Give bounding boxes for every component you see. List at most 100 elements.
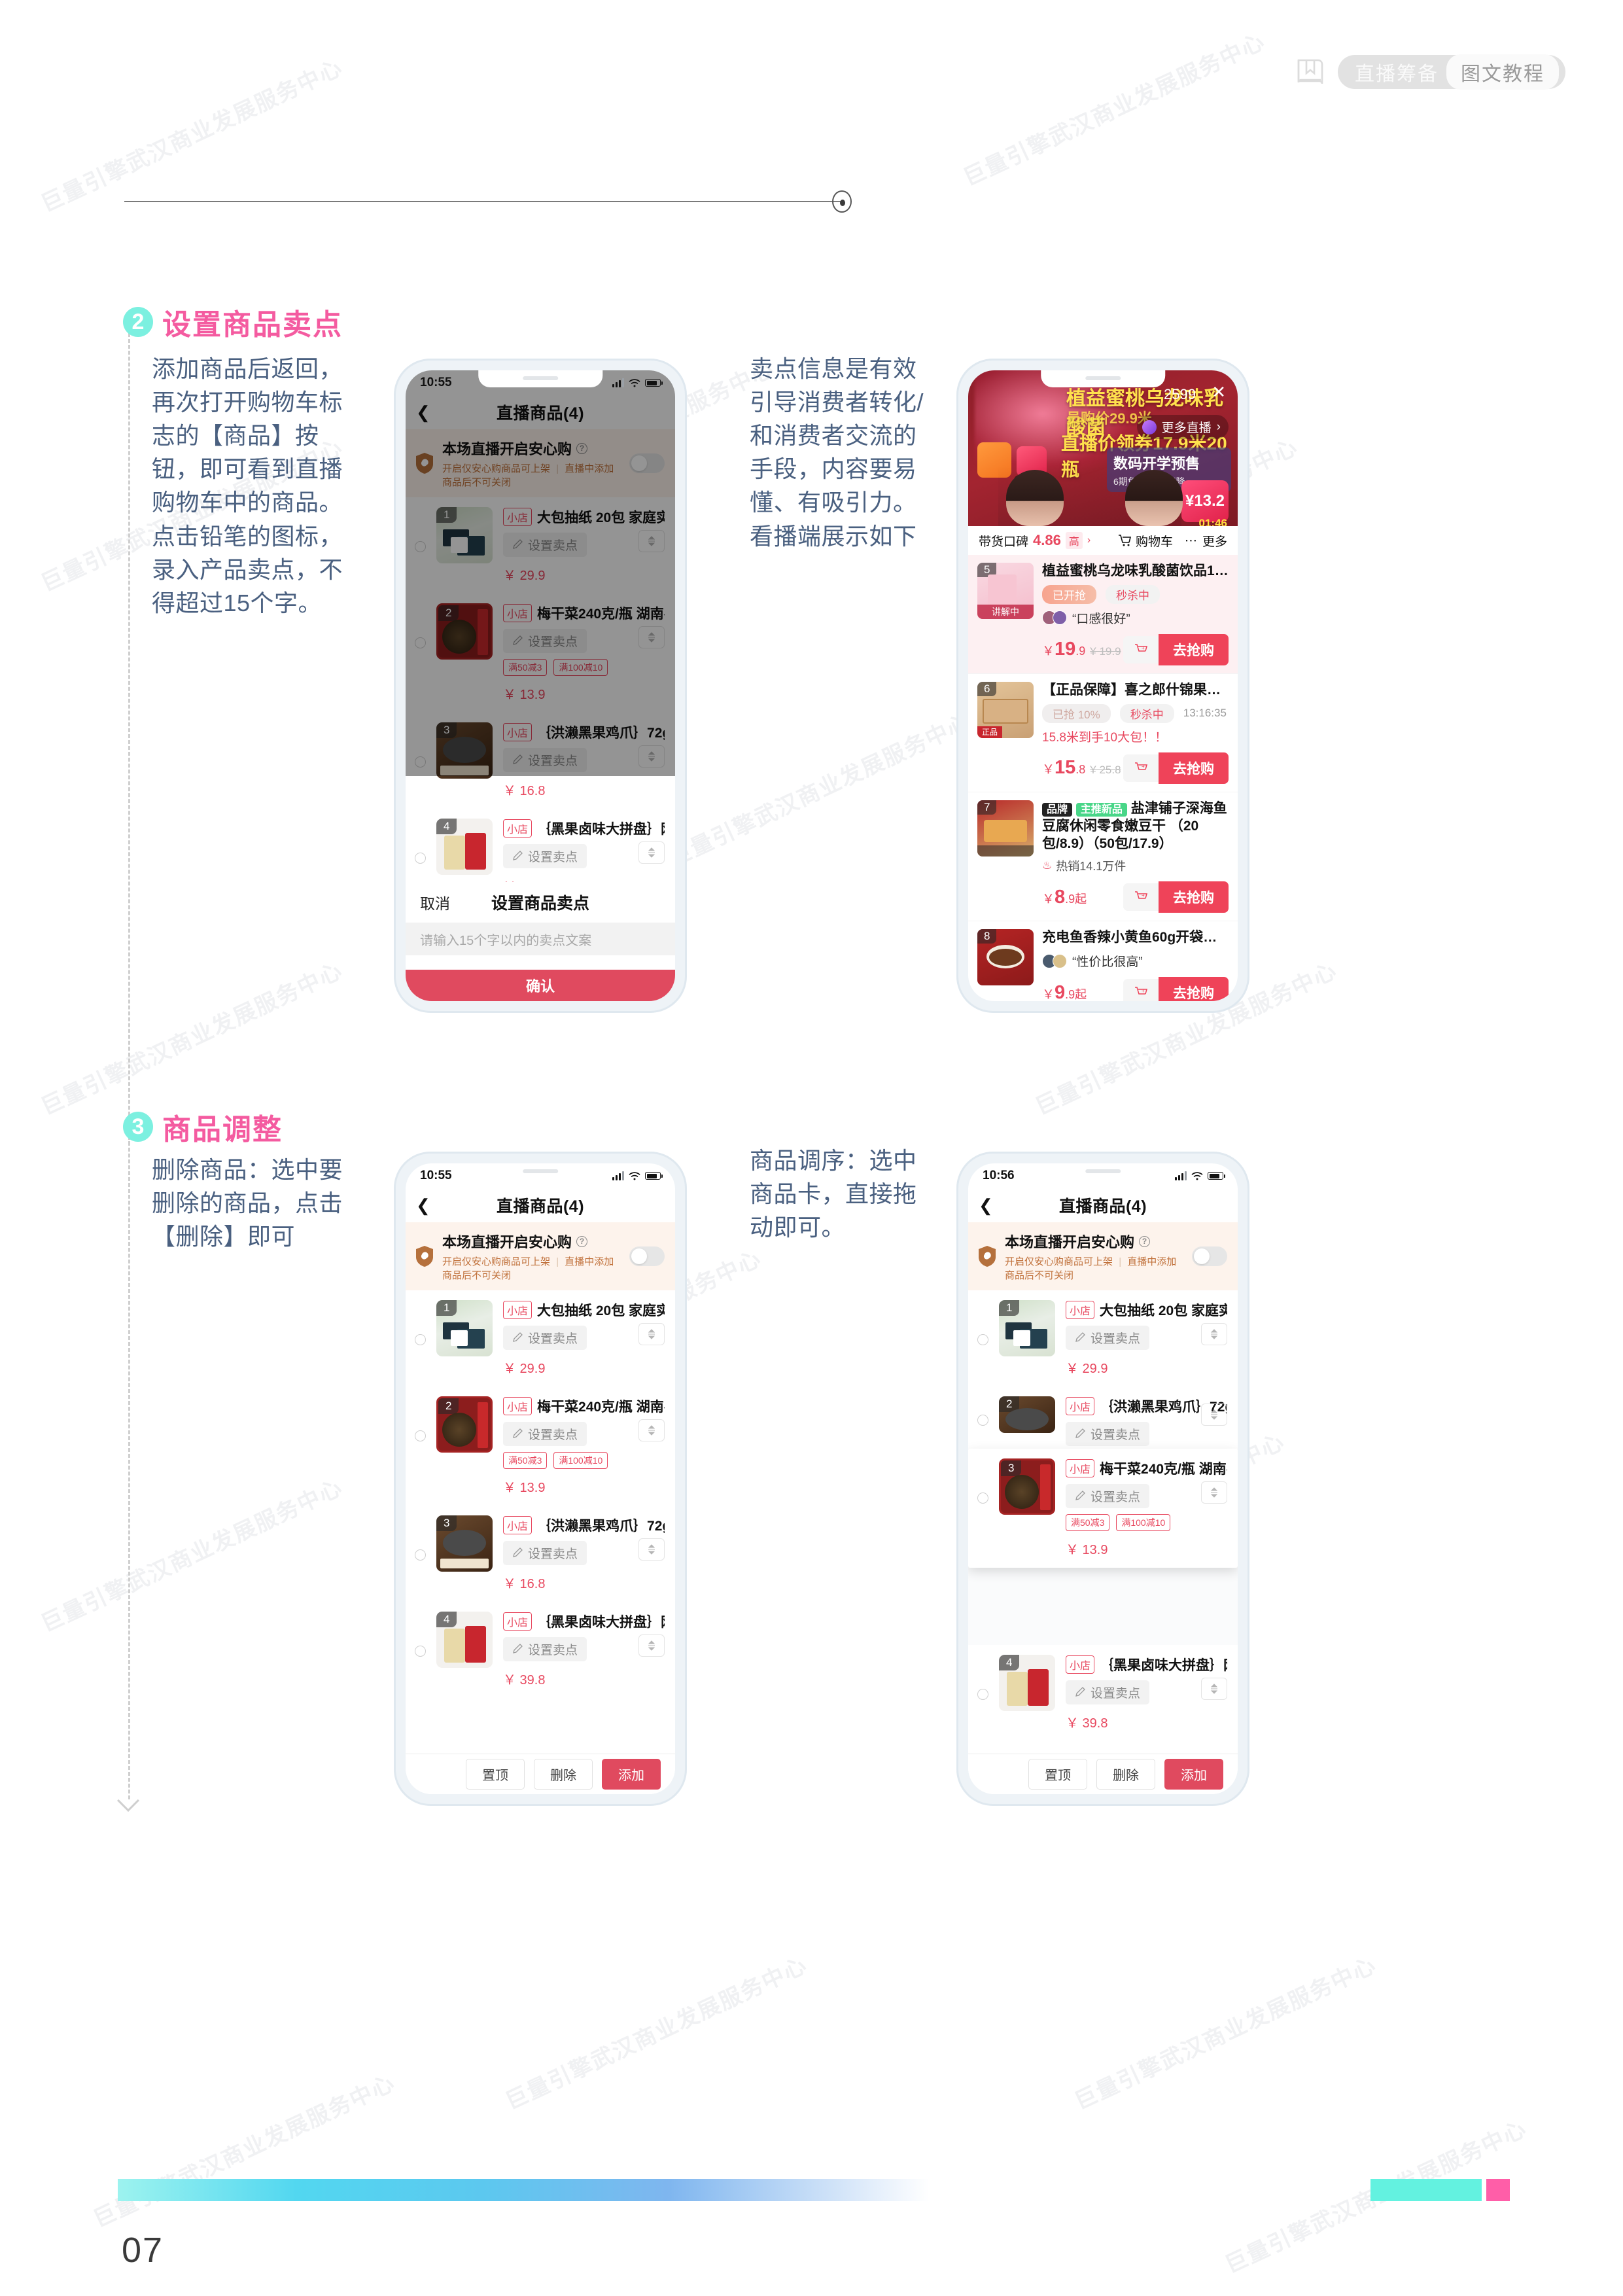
set-sellpoint-button[interactable]: 设置卖点 (1066, 1326, 1150, 1350)
drag-handle[interactable] (1201, 1481, 1227, 1504)
question-icon[interactable]: ? (1139, 1235, 1151, 1247)
product-checkbox[interactable] (977, 1689, 988, 1700)
add-to-cart-icon[interactable]: + (1123, 883, 1159, 911)
drag-handle[interactable] (638, 626, 665, 648)
set-sellpoint-button[interactable]: 设置卖点 (503, 1541, 587, 1565)
product-checkbox[interactable] (977, 1415, 988, 1426)
product-checkbox[interactable] (415, 1334, 426, 1345)
product-row[interactable]: 3 小店 ｛洪濑黑果鸡爪｝72g混装… 设置卖点 ￥ 16.8 (406, 1506, 675, 1602)
close-icon[interactable]: ✕ (1212, 383, 1226, 400)
product-row[interactable]: 2 小店 梅干菜240克/瓶 湖南农家… 设置卖点 满50减3 (406, 1386, 675, 1506)
pin-to-top-button[interactable]: 置顶 (466, 1759, 525, 1790)
question-icon[interactable]: ? (576, 442, 588, 454)
confirm-button[interactable]: 确认 (406, 970, 675, 1001)
buy-button[interactable]: 去抢购 (1159, 633, 1229, 665)
product-index-badge: 4 (436, 819, 457, 834)
drag-handle[interactable] (638, 1634, 665, 1657)
product-row[interactable]: 1 小店 大包抽纸 20包 家庭实惠装… 设置卖点 ￥ 29.9 (968, 1290, 1238, 1386)
live-product-row[interactable]: 6 正品 【正品保障】喜之郎什锦果汁果冻买 … 已抢 10% 秒杀中 13:16… (968, 674, 1238, 792)
more-live-button[interactable]: 更多直播 › (1136, 415, 1229, 439)
shield-icon (416, 453, 433, 474)
product-row[interactable]: 4 小店 ｛黑果卤味大拼盘｝网红办… 设置卖点 ￥ 39.8 (968, 1645, 1238, 1741)
back-chevron-icon[interactable]: ❮ (979, 1197, 993, 1214)
status-time: 10:56 (983, 1169, 1015, 1182)
product-row[interactable]: 3 小店 ｛洪濑黑果鸡爪｝72g混装… 设置卖点 ￥ 16 (406, 713, 675, 809)
buy-button[interactable]: 去抢购 (1159, 881, 1229, 913)
product-row-dragging[interactable]: 3 小店 梅干菜240克/瓶 湖南农家… 设置卖点 满50减3 (968, 1449, 1238, 1568)
price-bubble[interactable]: ¥13.2 (1181, 480, 1229, 522)
set-sellpoint-button[interactable]: 设置卖点 (503, 748, 587, 772)
pencil-icon (513, 1332, 523, 1342)
set-sellpoint-button[interactable]: 设置卖点 (1066, 1680, 1150, 1704)
set-sellpoint-button[interactable]: 设置卖点 (503, 533, 587, 557)
price-bubble-timer: 01:46 (1198, 517, 1227, 526)
set-sellpoint-button[interactable]: 设置卖点 (503, 1326, 587, 1350)
drag-handle[interactable] (638, 1323, 665, 1345)
cancel-button[interactable]: 取消 (420, 891, 450, 913)
product-row[interactable]: 2 小店 梅干菜240克/瓶 湖南农家… 设置卖点 (406, 593, 675, 713)
product-row[interactable]: 1 小店 大包抽纸 20包 家庭实惠装… 设置卖点 ￥ 29.9 (406, 1290, 675, 1386)
pencil-icon (1075, 1491, 1085, 1500)
shop-tag: 小店 (503, 508, 532, 526)
set-sellpoint-button[interactable]: 设置卖点 (1066, 1422, 1150, 1446)
buy-button[interactable]: 去抢购 (1159, 752, 1229, 784)
pin-to-top-button[interactable]: 置顶 (1028, 1759, 1087, 1790)
product-row[interactable]: 1 小店 大包抽纸 20包 家庭实惠装… 设置卖点 (406, 497, 675, 593)
delete-button[interactable]: 删除 (534, 1759, 593, 1790)
product-thumbnail: 4 (436, 1612, 493, 1668)
product-row[interactable]: 2 小店 ｛洪濑黑果鸡爪｝72g混装… 设置卖点 (968, 1386, 1238, 1449)
drag-handle[interactable] (638, 1538, 665, 1561)
drag-handle[interactable] (638, 1419, 665, 1441)
sellpoint-input[interactable]: 请输入15个字以内的卖点文案 (406, 923, 675, 955)
add-to-cart-icon[interactable]: + (1123, 979, 1159, 1001)
set-sellpoint-button[interactable]: 设置卖点 (503, 1637, 587, 1661)
add-button[interactable]: 添加 (602, 1759, 661, 1790)
add-to-cart-icon[interactable]: + (1123, 635, 1159, 663)
product-checkbox[interactable] (977, 1334, 988, 1345)
shop-tag: 小店 (503, 819, 532, 838)
drag-handle[interactable] (638, 530, 665, 552)
delete-button[interactable]: 删除 (1096, 1759, 1155, 1790)
product-checkbox[interactable] (415, 1430, 426, 1441)
question-icon[interactable]: ? (576, 1235, 588, 1247)
add-button[interactable]: 添加 (1164, 1759, 1223, 1790)
assurance-toggle[interactable] (629, 1246, 665, 1266)
back-chevron-icon[interactable]: ❮ (416, 1197, 430, 1214)
live-product-row[interactable]: 8 充电鱼香辣小黄鱼60g开袋即食 “性价比很高” ￥9.9起 + 去抢购 (968, 921, 1238, 1001)
signal-icon (1175, 1171, 1187, 1180)
drag-handle[interactable] (638, 745, 665, 768)
product-checkbox[interactable] (415, 853, 426, 864)
product-index-badge: 3 (436, 722, 457, 738)
page-number: 07 (122, 2231, 164, 2270)
price-integer: 8 (1055, 886, 1066, 908)
product-index-badge: 7 (977, 800, 997, 815)
back-chevron-icon[interactable]: ❮ (416, 404, 430, 421)
buy-button[interactable]: 去抢购 (1159, 977, 1229, 1001)
live-product-row[interactable]: 7 品牌 主推新品 盐津铺子深海鱼豆腐休闲零食嫩豆干 （20包/8.9）（50包… (968, 792, 1238, 922)
more-button[interactable]: ⋯ 更多 (1185, 532, 1227, 550)
product-checkbox[interactable] (415, 1549, 426, 1561)
assurance-title: 本场直播开启安心购 (442, 441, 572, 457)
product-checkbox[interactable] (415, 541, 426, 552)
product-checkbox[interactable] (415, 1646, 426, 1657)
product-checkbox[interactable] (415, 756, 426, 768)
product-thumbnail: 5 讲解中 (977, 563, 1034, 619)
set-sellpoint-button[interactable]: 设置卖点 (1066, 1484, 1150, 1508)
drag-handle[interactable] (1201, 1323, 1227, 1345)
add-to-cart-icon[interactable]: + (1123, 754, 1159, 782)
set-sellpoint-button[interactable]: 设置卖点 (503, 629, 587, 653)
product-checkbox[interactable] (977, 1492, 988, 1504)
set-sellpoint-button[interactable]: 设置卖点 (503, 844, 587, 868)
cart-button[interactable]: 购物车 (1117, 532, 1173, 550)
reputation-block[interactable]: 带货口碑 4.86 高 › (979, 532, 1091, 550)
drag-handle[interactable] (638, 841, 665, 864)
hot-sales-text: 热销14.1万件 (1056, 860, 1126, 874)
product-row[interactable]: 4 小店 ｛黑果卤味大拼盘｝网红办… 设置卖点 ￥ 39.8 (406, 1602, 675, 1698)
product-checkbox[interactable] (415, 637, 426, 648)
live-product-row[interactable]: 5 讲解中 植益蜜桃乌龙味乳酸菌饮品100ml*20… 已开抢 秒杀中 “口感很… (968, 555, 1238, 674)
assurance-toggle[interactable] (629, 453, 665, 473)
drag-handle[interactable] (1201, 1678, 1227, 1700)
set-sellpoint-button[interactable]: 设置卖点 (503, 1422, 587, 1446)
drag-handle[interactable] (1201, 1404, 1227, 1426)
assurance-toggle[interactable] (1192, 1246, 1227, 1266)
